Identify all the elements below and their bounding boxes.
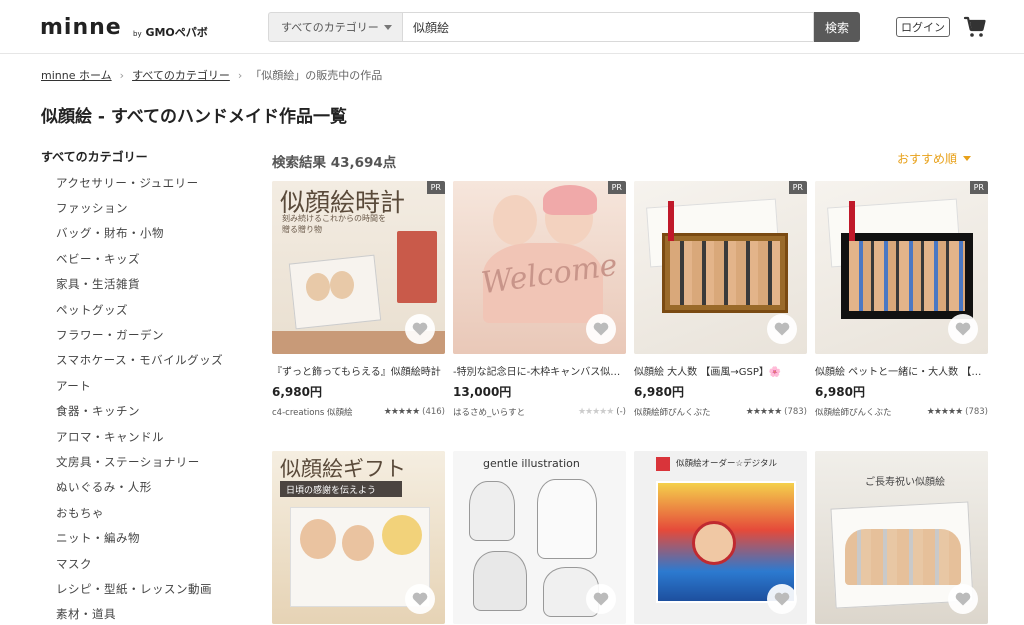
product-card[interactable]: gentle illustration xyxy=(453,451,626,624)
page-title: 似顔絵 - すべてのハンドメイド作品一覧 xyxy=(41,107,348,127)
product-meta: 似顔絵師ぴんくぶた ★★★★★ (783) xyxy=(815,406,988,418)
sidebar-item-knit[interactable]: ニット・編み物 xyxy=(41,525,241,550)
product-price: 6,980円 xyxy=(815,385,865,399)
pr-badge: PR xyxy=(426,181,445,194)
product-thumbnail[interactable]: 似顔絵オーダー☆デジタル xyxy=(634,451,807,624)
breadcrumb: minne ホーム › すべてのカテゴリー › 「似顔絵」の販売中の作品 xyxy=(41,67,382,83)
product-thumbnail[interactable]: gentle illustration xyxy=(453,451,626,624)
sort-label: おすすめ順 xyxy=(897,152,958,166)
pr-badge: PR xyxy=(969,181,988,194)
product-thumbnail[interactable]: ご長寿祝い似顔絵 xyxy=(815,451,988,624)
sidebar-item-doll[interactable]: ぬいぐるみ・人形 xyxy=(41,475,241,500)
sidebar-item-furniture[interactable]: 家具・生活雑貨 xyxy=(41,272,241,297)
product-title[interactable]: 似顔絵 ペットと一緒に・大人数 【画風→GSP】 xyxy=(815,363,988,378)
product-card[interactable]: 似顔絵ギフト 日頃の感謝を伝えよう xyxy=(272,451,445,624)
breadcrumb-home-link[interactable]: minne ホーム xyxy=(41,67,112,83)
sidebar-item-toy[interactable]: おもちゃ xyxy=(41,500,241,525)
product-title[interactable]: 似顔絵 大人数 【画風→GSP】🌸 xyxy=(634,363,807,378)
review-count: (783) xyxy=(965,407,988,417)
product-price: 13,000円 xyxy=(453,385,512,399)
sidebar-item-stationery[interactable]: 文房具・ステーショナリー xyxy=(41,449,241,474)
product-title[interactable]: -特別な記念日に-木枠キャンバス似顔絵 xyxy=(453,363,626,378)
heart-icon[interactable] xyxy=(767,584,797,614)
category-sidebar: すべてのカテゴリー アクセサリー・ジュエリー ファッション バッグ・財布・小物 … xyxy=(41,148,241,625)
chevron-down-icon xyxy=(384,25,392,30)
star-icon: ★★★★★ xyxy=(926,407,963,417)
sidebar-item-mask[interactable]: マスク xyxy=(41,551,241,576)
rating: ★★★★★ (783) xyxy=(927,407,988,417)
chevron-down-icon xyxy=(963,156,972,161)
sidebar-item-flower[interactable]: フラワー・ガーデン xyxy=(41,322,241,347)
sidebar-heading[interactable]: すべてのカテゴリー xyxy=(41,148,241,164)
search-bar: すべてのカテゴリー 似顔絵 検索 xyxy=(268,12,860,42)
pr-badge: PR xyxy=(788,181,807,194)
sidebar-item-aroma[interactable]: アロマ・キャンドル xyxy=(41,424,241,449)
product-title[interactable]: 『ずっと飾ってもらえる』似顔絵時計 xyxy=(272,363,445,378)
heart-icon[interactable] xyxy=(586,584,616,614)
product-price: 6,980円 xyxy=(634,385,684,399)
product-meta: 似顔絵師ぴんくぶた ★★★★★ (783) xyxy=(634,406,807,418)
heart-icon[interactable] xyxy=(405,584,435,614)
product-card[interactable]: 似顔絵時計 刻み続けるこれからの時間を贈る贈り物 PR 『ずっと飾ってもらえる』… xyxy=(272,181,445,418)
sidebar-item-pet[interactable]: ペットグッズ xyxy=(41,297,241,322)
product-thumbnail[interactable]: 似顔絵時計 刻み続けるこれからの時間を贈る贈り物 PR xyxy=(272,181,445,354)
site-header: minne by GMOペパボ すべてのカテゴリー 似顔絵 検索 ログイン xyxy=(0,0,1024,54)
seller-name[interactable]: 似顔絵師ぴんくぶた xyxy=(634,406,711,418)
heart-icon[interactable] xyxy=(586,314,616,344)
sidebar-item-art[interactable]: アート xyxy=(41,373,241,398)
sidebar-item-mobile[interactable]: スマホケース・モバイルグッズ xyxy=(41,348,241,373)
pr-badge: PR xyxy=(607,181,626,194)
sidebar-item-kitchen[interactable]: 食器・キッチン xyxy=(41,399,241,424)
review-count: (416) xyxy=(422,407,445,417)
search-category-label: すべてのカテゴリー xyxy=(281,21,379,34)
cart-icon[interactable] xyxy=(963,15,987,39)
login-button[interactable]: ログイン xyxy=(896,17,950,37)
sidebar-item-bag[interactable]: バッグ・財布・小物 xyxy=(41,221,241,246)
product-card[interactable]: PR 似顔絵 ペットと一緒に・大人数 【画風→GSP】 6,980円 似顔絵師ぴ… xyxy=(815,181,988,418)
gmo-pepabo-logo: by GMOペパボ xyxy=(133,26,208,39)
seller-name[interactable]: c4-creations 似顔絵 xyxy=(272,406,352,418)
search-category-select[interactable]: すべてのカテゴリー xyxy=(268,12,402,42)
product-thumbnail[interactable]: PR xyxy=(815,181,988,354)
product-card[interactable]: ご長寿祝い似顔絵 xyxy=(815,451,988,624)
breadcrumb-current: 「似顔絵」の販売中の作品 xyxy=(250,69,383,82)
product-card[interactable]: PR 似顔絵 大人数 【画風→GSP】🌸 6,980円 似顔絵師ぴんくぶた ★★… xyxy=(634,181,807,418)
product-card[interactable]: Welcome PR -特別な記念日に-木枠キャンバス似顔絵 13,000円 は… xyxy=(453,181,626,418)
sort-dropdown[interactable]: おすすめ順 xyxy=(897,150,972,167)
heart-icon[interactable] xyxy=(767,314,797,344)
search-input[interactable]: 似顔絵 xyxy=(402,12,814,42)
results-count: 検索結果 43,694点 xyxy=(272,155,397,171)
review-count: (783) xyxy=(784,407,807,417)
star-icon: ★★★★★ xyxy=(383,407,420,417)
star-icon: ★★★★★ xyxy=(745,407,782,417)
product-thumbnail[interactable]: 似顔絵ギフト 日頃の感謝を伝えよう xyxy=(272,451,445,624)
sidebar-item-baby[interactable]: ベビー・キッズ xyxy=(41,246,241,271)
sidebar-item-material[interactable]: 素材・道具 xyxy=(41,602,241,625)
chevron-right-icon: › xyxy=(119,68,125,82)
product-card[interactable]: 似顔絵オーダー☆デジタル xyxy=(634,451,807,624)
product-thumbnail[interactable]: Welcome PR xyxy=(453,181,626,354)
seller-name[interactable]: 似顔絵師ぴんくぶた xyxy=(815,406,892,418)
seller-name[interactable]: はるさめ_いらすと xyxy=(453,406,525,418)
rating: ★★★★★ (-) xyxy=(578,407,626,417)
search-button[interactable]: 検索 xyxy=(814,12,860,42)
product-price: 6,980円 xyxy=(272,385,322,399)
chevron-right-icon: › xyxy=(237,68,243,82)
heart-icon[interactable] xyxy=(948,314,978,344)
heart-icon[interactable] xyxy=(405,314,435,344)
product-thumbnail[interactable]: PR xyxy=(634,181,807,354)
heart-icon[interactable] xyxy=(948,584,978,614)
product-meta: c4-creations 似顔絵 ★★★★★ (416) xyxy=(272,406,445,418)
sidebar-item-recipe[interactable]: レシピ・型紙・レッスン動画 xyxy=(41,576,241,601)
minne-logo[interactable]: minne xyxy=(40,15,122,40)
sidebar-item-accessory[interactable]: アクセサリー・ジュエリー xyxy=(41,170,241,195)
breadcrumb-category-link[interactable]: すべてのカテゴリー xyxy=(132,67,230,83)
star-icon: ★★★★★ xyxy=(577,407,614,417)
sidebar-item-fashion[interactable]: ファッション xyxy=(41,195,241,220)
rating: ★★★★★ (416) xyxy=(384,407,445,417)
product-meta: はるさめ_いらすと ★★★★★ (-) xyxy=(453,406,626,418)
review-count: (-) xyxy=(616,407,626,417)
rating: ★★★★★ (783) xyxy=(746,407,807,417)
